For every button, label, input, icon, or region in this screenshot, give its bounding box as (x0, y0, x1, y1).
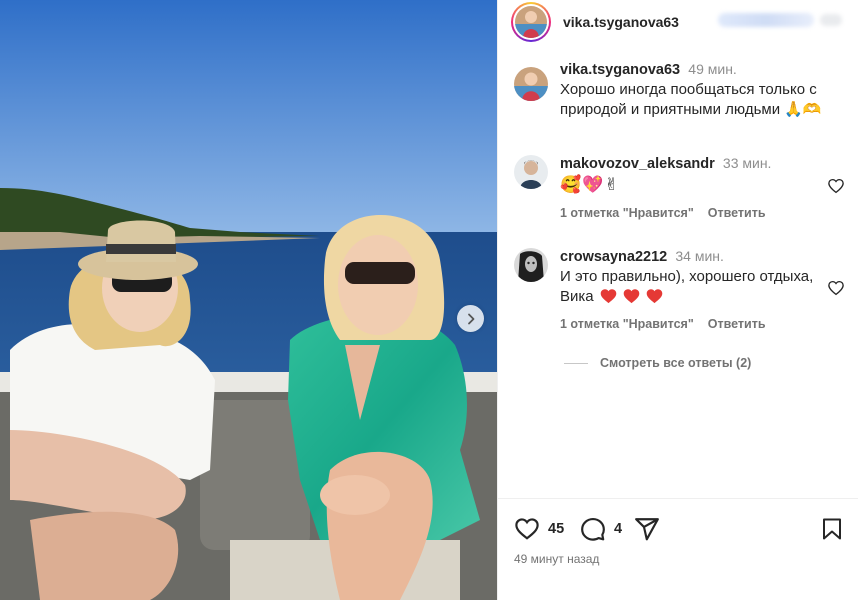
caption-time[interactable]: 49 мин. (688, 61, 737, 77)
like-count[interactable]: 45 (548, 521, 564, 537)
comments-section: vika.tsyganova63 49 мин. Хорошо иногда п… (498, 59, 858, 331)
header-username[interactable]: vika.tsyganova63 (563, 14, 679, 30)
comment-like-icon[interactable] (827, 279, 845, 297)
comment-text-line2: Вика (560, 288, 594, 305)
post-caption: vika.tsyganova63 49 мин. Хорошо иногда п… (498, 59, 858, 120)
reply-button[interactable]: Ответить (708, 206, 766, 220)
comment-time[interactable]: 33 мин. (723, 155, 772, 171)
more-options-button[interactable] (820, 14, 842, 26)
post-header: vika.tsyganova63 (498, 0, 858, 44)
share-icon (635, 518, 659, 541)
chevron-right-icon (467, 313, 474, 324)
heart-icon (515, 518, 539, 540)
like-button[interactable]: 45 (514, 516, 564, 542)
comment-username[interactable]: makovozov_aleksandr (560, 156, 715, 172)
comment-icon (581, 517, 605, 541)
caption-username[interactable]: vika.tsyganova63 (560, 62, 680, 78)
comment-likes[interactable]: 1 отметка "Нравится" (560, 206, 694, 220)
comment-count: 4 (614, 521, 623, 537)
post-side-panel: vika.tsyganova63 vika.tsyganova63 49 мин… (497, 0, 858, 600)
post-timestamp[interactable]: 49 минут назад (514, 552, 599, 566)
red-heart-icon (623, 289, 640, 304)
bookmark-icon (823, 518, 841, 540)
view-replies-label: Смотреть все ответы (2) (600, 356, 752, 370)
caption-text-line2: природой и приятными людьми (560, 101, 781, 118)
carousel-next-button[interactable] (457, 305, 484, 332)
comment-time[interactable]: 34 мин. (675, 248, 724, 264)
comment-likes[interactable]: 1 отметка "Нравится" (560, 317, 694, 331)
avatar[interactable] (514, 248, 548, 282)
comment-item: makovozov_aleksandr 33 мин. 🥰💖✌ 1 отметк… (498, 153, 858, 220)
caption-text-line1: Хорошо иногда пообщаться только с (560, 81, 817, 98)
comment-like-icon[interactable] (827, 177, 845, 195)
reply-button[interactable]: Ответить (708, 317, 766, 331)
comment-button[interactable]: 4 (580, 516, 622, 542)
divider (564, 362, 588, 364)
comment-username[interactable]: crowsayna2212 (560, 249, 667, 265)
avatar[interactable] (514, 155, 548, 189)
post-actions: 45 4 49 минут назад (498, 498, 858, 600)
follow-button[interactable] (718, 13, 814, 27)
avatar (515, 6, 547, 38)
caption-emojis: 🙏🫶 (784, 101, 822, 118)
photo-image (0, 0, 497, 600)
red-heart-icon (646, 289, 663, 304)
view-replies-button[interactable]: Смотреть все ответы (2) (564, 356, 751, 370)
save-button[interactable] (820, 516, 844, 542)
story-ring[interactable] (511, 2, 551, 42)
avatar[interactable] (514, 67, 548, 101)
comment-text-line1: И это правильно), хорошего отдыха, (560, 268, 814, 285)
red-heart-icon (600, 289, 617, 304)
comment-text: 🥰💖✌ (560, 175, 620, 194)
share-button[interactable] (634, 516, 660, 542)
post-photo[interactable] (0, 0, 497, 600)
comment-item: crowsayna2212 34 мин. И это правильно), … (498, 246, 858, 331)
